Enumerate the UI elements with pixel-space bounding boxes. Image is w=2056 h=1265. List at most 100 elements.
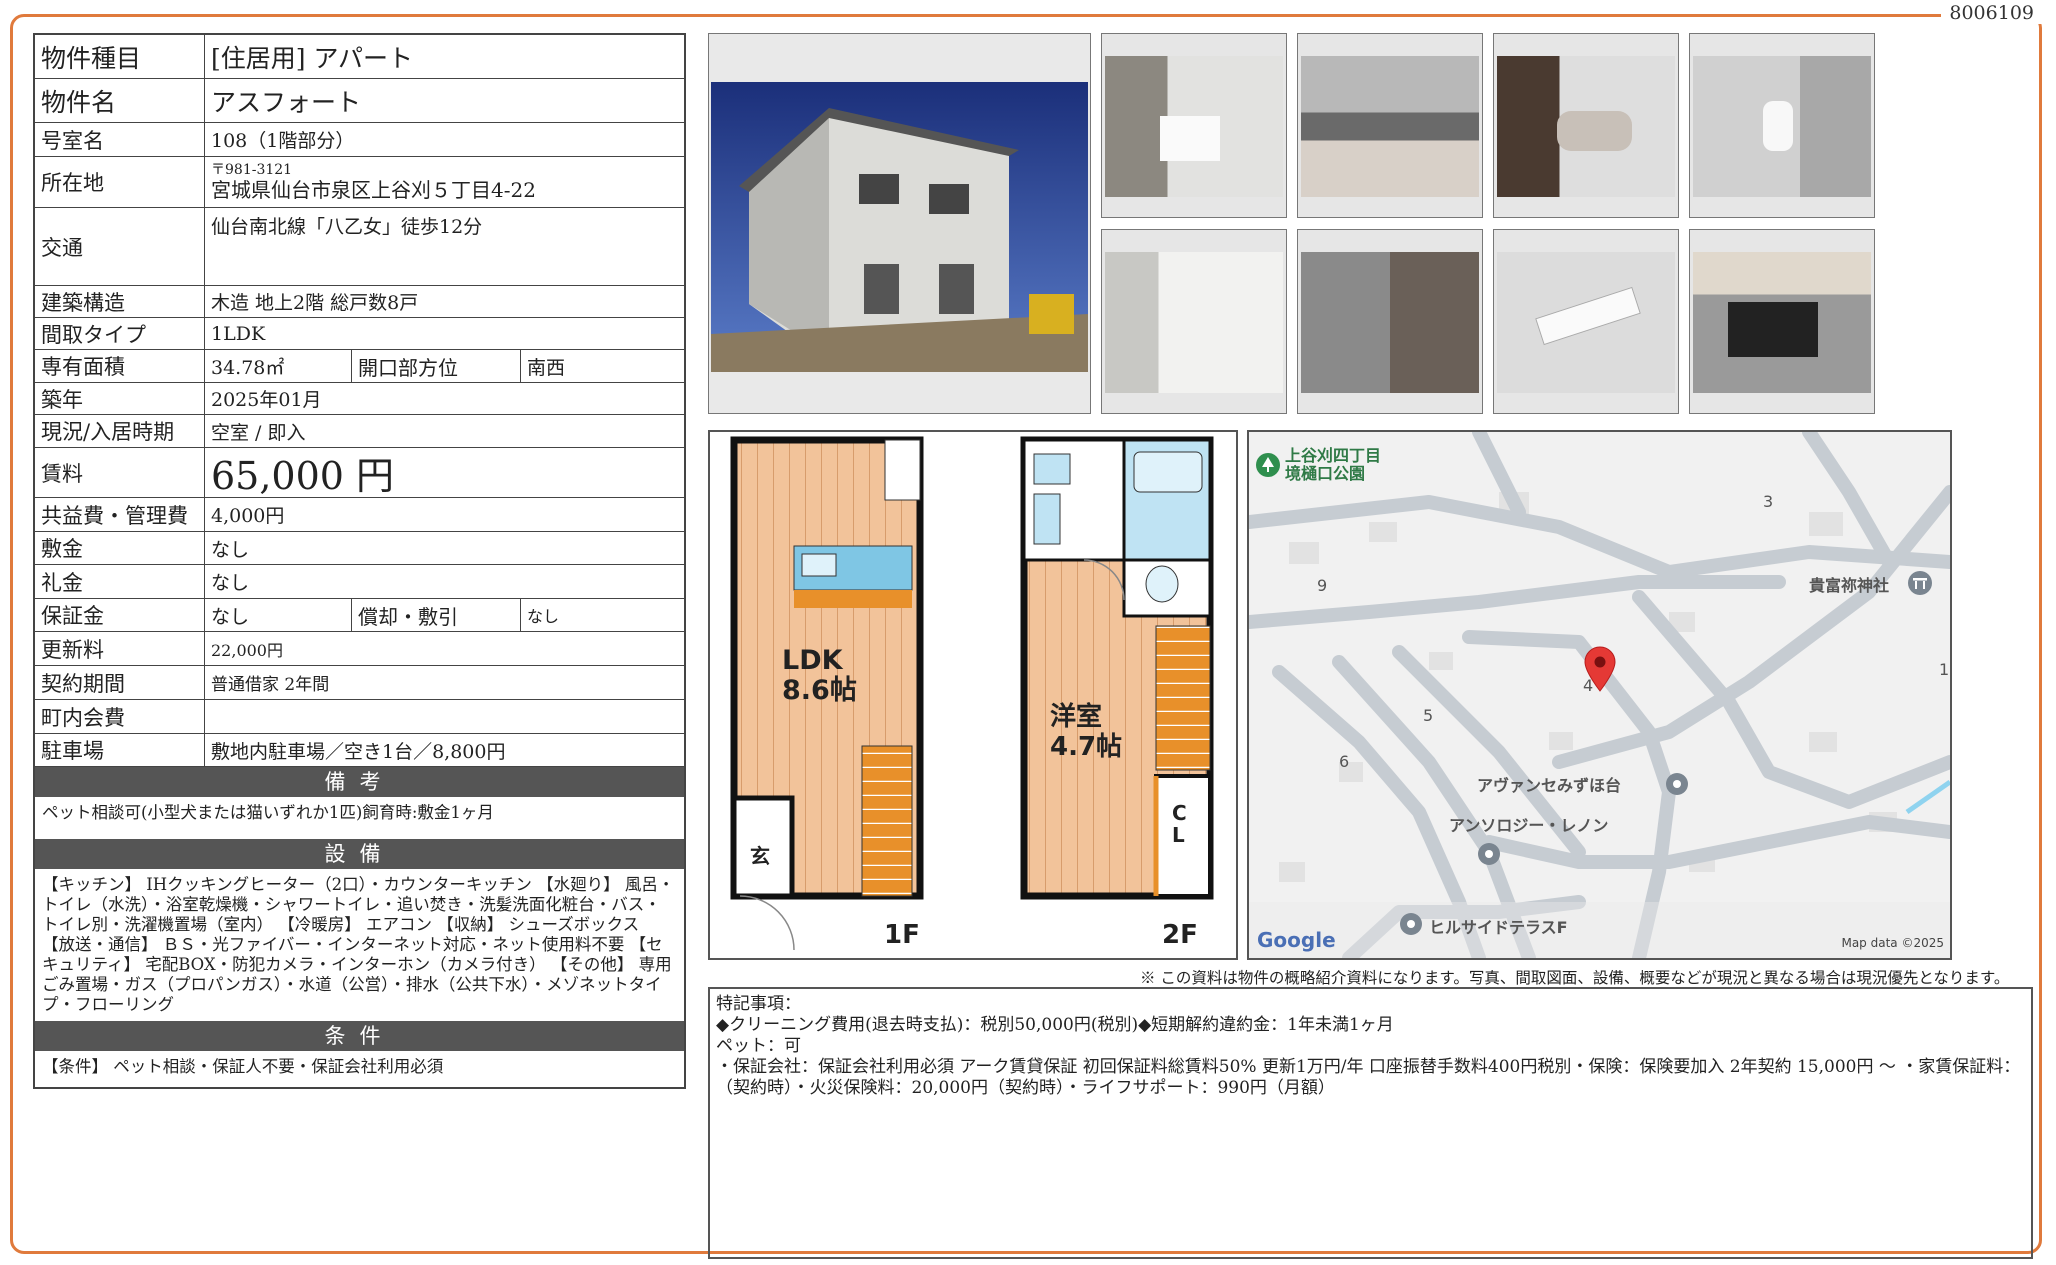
row-name: 物件名 アスフォート [35, 79, 684, 123]
western-label: 洋室 [1050, 702, 1103, 732]
row-fee: 共益費・管理費 4,000円 [35, 498, 684, 532]
label-area: 専有面積 [35, 350, 205, 382]
label-transit: 交通 [35, 208, 205, 285]
row-built: 築年 2025年01月 [35, 383, 684, 415]
conditions-heading: 条件 [35, 1021, 684, 1051]
label-structure: 建築構造 [35, 286, 205, 317]
place-pin-icon [1400, 913, 1422, 935]
document-id: 8006109 [1941, 2, 2042, 24]
value-address: 〒981-3121 宮城県仙台市泉区上谷刈５丁目4-22 [205, 157, 684, 207]
place-avance-marker[interactable] [1665, 772, 1689, 800]
row-type: 物件種目 [住居用] アパート [35, 35, 684, 79]
label-parking: 駐車場 [35, 734, 205, 766]
value-keymoney: なし [211, 572, 250, 594]
value-transit: 仙台南北線「八乙女」徒歩12分 [211, 216, 483, 238]
row-room: 号室名 108（1階部分） [35, 123, 684, 157]
place-anthology-marker[interactable] [1477, 842, 1501, 870]
thumb-ih-cooktop [1689, 229, 1875, 414]
park-name-line1: 上谷刈四丁目 [1285, 446, 1382, 465]
address-text: 宮城県仙台市泉区上谷刈５丁目4-22 [211, 178, 536, 202]
thumb-living-room [1101, 33, 1287, 218]
place-hillside-marker[interactable] [1399, 912, 1423, 940]
row-layout: 間取タイプ 1LDK [35, 318, 684, 350]
value-renewal: 22,000円 [211, 640, 283, 660]
label-layout: 間取タイプ [35, 318, 205, 349]
row-contract: 契約期間 普通借家 2年間 [35, 666, 684, 700]
facilities-heading: 設備 [35, 839, 684, 869]
bathroom-image [1497, 56, 1675, 197]
value-name: アスフォート [211, 87, 362, 117]
thumb-bathroom [1493, 33, 1679, 218]
facilities-text: 【キッチン】 IHクッキングヒーター（2口）・カウンターキッチン 【水廻り】 風… [42, 875, 675, 1014]
special-notes-line1: ◆クリーニング費用(退去時支払)：税別50,000円(税別)◆短期解約違約金：1… [716, 1015, 1394, 1035]
park-marker[interactable] [1255, 452, 1281, 482]
value-deposit: なし [211, 538, 250, 561]
block-number-4: 4 [1583, 676, 1594, 695]
label-type: 物件種目 [35, 35, 205, 78]
park-name-line2: 境樋口公園 [1285, 464, 1366, 483]
western-size: 4.7帖 [1050, 732, 1123, 762]
row-guarantee: 保証金 なし 償却・敷引 なし [35, 599, 684, 632]
place-anthology-label[interactable]: アンソロジー・レノン [1449, 812, 1608, 836]
postal-code: 〒981-3121 [211, 162, 293, 178]
label-amortization: 償却・敷引 [351, 599, 521, 631]
value-type: [住居用] アパート [211, 43, 413, 73]
kitchen-image [1301, 56, 1479, 197]
place-avance-label[interactable]: アヴァンセみずほ台 [1477, 772, 1621, 796]
entrance-label: 玄 [750, 844, 770, 868]
special-notes-line3: ・保証会社：保証会社利用必須 アーク賃貸保証 初回保証料総賃料50% 更新1万円… [716, 1057, 2021, 1098]
building-exterior-image [711, 82, 1088, 372]
row-status: 現況/入居時期 空室 / 即入 [35, 415, 684, 448]
value-fee: 4,000円 [211, 505, 285, 527]
label-fee: 共益費・管理費 [35, 498, 205, 531]
label-built: 築年 [35, 383, 205, 414]
thumb-air-conditioner [1493, 229, 1679, 414]
value-room: 108（1階部分） [211, 130, 355, 152]
row-rent: 賃料 65,000 円 [35, 448, 684, 498]
block-number-9: 9 [1317, 576, 1328, 595]
value-guarantee: なし [211, 605, 250, 628]
closet-l: L [1172, 823, 1185, 847]
shrine-marker[interactable] [1907, 570, 1933, 600]
row-structure: 建築構造 木造 地上2階 総戸数8戸 [35, 286, 684, 318]
disclaimer-note: ※ この資料は物件の概略紹介資料になります。写真、間取図面、設備、概要などが現況… [1140, 969, 2010, 987]
place-hillside-label[interactable]: ヒルサイドテラスF [1429, 914, 1568, 938]
thumb-toilet [1689, 33, 1875, 218]
value-rent: 65,000 円 [211, 454, 395, 498]
label-status: 現況/入居時期 [35, 415, 205, 447]
value-layout: 1LDK [211, 322, 266, 345]
row-keymoney: 礼金 なし [35, 565, 684, 599]
closet-c: C [1172, 801, 1187, 825]
block-number-1: 1 [1939, 660, 1950, 679]
special-notes-line2: ペット：可 [716, 1036, 801, 1056]
remarks-text: ペット相談可(小型犬または猫いずれか1匹)飼育時:敷金1ヶ月 [42, 803, 494, 822]
value-direction: 南西 [527, 356, 566, 379]
row-association: 町内会費 [35, 700, 684, 734]
value-structure: 木造 地上2階 総戸数8戸 [211, 292, 419, 314]
row-deposit: 敷金 なし [35, 532, 684, 565]
label-rent: 賃料 [35, 448, 205, 497]
map-attribution: Map data ©2025 [1841, 936, 1944, 950]
google-logo: Google [1257, 928, 1336, 952]
label-contract: 契約期間 [35, 666, 205, 699]
floor-2f-label: 2F [1162, 920, 1198, 950]
row-address: 所在地 〒981-3121 宮城県仙台市泉区上谷刈５丁目4-22 [35, 157, 684, 208]
air-conditioner-image [1497, 252, 1675, 393]
ldk-label: LDK [782, 645, 843, 676]
block-number-5: 5 [1423, 706, 1434, 725]
label-name: 物件名 [35, 79, 205, 122]
shrine-label[interactable]: 貴富祢神社 [1809, 572, 1889, 596]
living-room-image [1105, 56, 1283, 197]
park-label[interactable]: 上谷刈四丁目 境樋口公園 [1285, 447, 1381, 483]
row-parking: 駐車場 敷地内駐車場／空き1台／8,800円 [35, 734, 684, 767]
label-renewal: 更新料 [35, 632, 205, 665]
location-map[interactable]: 上谷刈四丁目 境樋口公園 貴富祢神社 アヴァンセみずほ台 アンソロジー・レノン … [1247, 430, 1952, 960]
special-notes-title: 特記事項： [716, 994, 801, 1014]
label-deposit: 敷金 [35, 532, 205, 564]
floor-1f-label: 1F [884, 920, 920, 950]
shrine-icon [1908, 571, 1932, 595]
block-number-6: 6 [1339, 752, 1350, 771]
value-area: 34.78㎡ [211, 356, 285, 379]
special-notes-box: 特記事項： ◆クリーニング費用(退去時支払)：税別50,000円(税別)◆短期解… [708, 987, 2033, 1259]
label-keymoney: 礼金 [35, 565, 205, 598]
